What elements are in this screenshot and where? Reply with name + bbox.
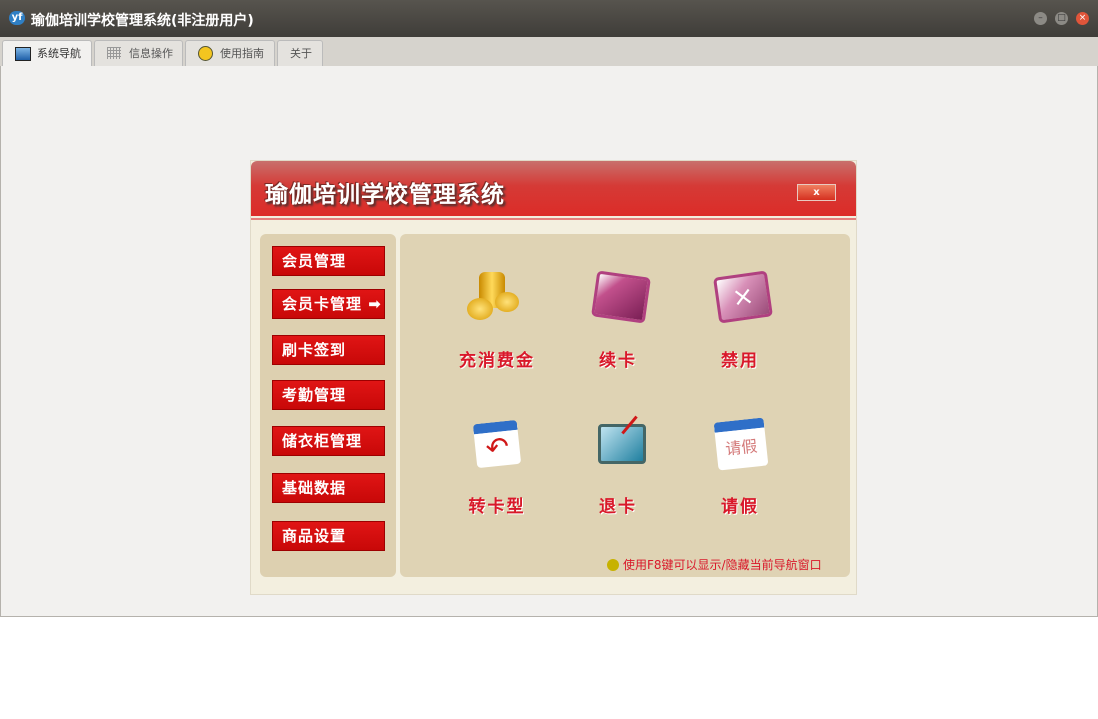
hint-icon: [607, 559, 619, 571]
nav-member-management[interactable]: 会员管理: [272, 246, 385, 276]
tab-bar: 系统导航 信息操作 使用指南 关于: [0, 37, 1098, 66]
action-area: 充消费金 续卡 × 禁用 ↶ 转卡型 退卡 请假 请假 使用F8键可以显示/隐藏…: [400, 234, 850, 577]
panel-title: 瑜伽培训学校管理系统: [265, 181, 505, 208]
card-icon: [588, 268, 651, 328]
tab-info-ops[interactable]: 信息操作: [94, 40, 183, 66]
tab-about[interactable]: 关于: [277, 40, 323, 66]
action-renew-card[interactable]: 续卡: [563, 268, 673, 371]
coins-icon: [467, 268, 527, 328]
tab-system-nav[interactable]: 系统导航: [2, 40, 92, 66]
card-return-icon: [588, 414, 648, 474]
navigation-panel: 瑜伽培训学校管理系统 x 会员管理 会员卡管理 ➡ 刷卡签到 考勤管理 储衣柜管…: [250, 160, 857, 595]
maximize-button[interactable]: □: [1055, 12, 1068, 25]
tab-label: 信息操作: [129, 47, 173, 60]
tab-label: 系统导航: [37, 47, 81, 60]
card-disabled-icon: ×: [710, 268, 773, 328]
action-change-card-type[interactable]: ↶ 转卡型: [442, 414, 552, 517]
nav-card-checkin[interactable]: 刷卡签到: [272, 335, 385, 365]
panel-close-button[interactable]: x: [797, 184, 836, 201]
app-logo-icon: yf: [9, 11, 25, 25]
panel-header: 瑜伽培训学校管理系统 x: [251, 161, 856, 216]
tab-guide[interactable]: 使用指南: [185, 40, 275, 66]
hint-text: 使用F8键可以显示/隐藏当前导航窗口: [607, 556, 822, 573]
nav-basic-data[interactable]: 基础数据: [272, 473, 385, 503]
window-title: 瑜伽培训学校管理系统(非注册用户): [31, 13, 254, 29]
nav-menu: 会员管理 会员卡管理 ➡ 刷卡签到 考勤管理 储衣柜管理 基础数据 商品设置: [260, 234, 396, 577]
hint-label: 使用F8键可以显示/隐藏当前导航窗口: [623, 558, 822, 572]
action-return-card[interactable]: 退卡: [563, 414, 673, 517]
minimize-button[interactable]: –: [1034, 12, 1047, 25]
action-leave[interactable]: 请假 请假: [685, 414, 795, 517]
action-label: 请假: [721, 497, 759, 517]
action-recharge[interactable]: 充消费金: [442, 268, 552, 371]
action-label: 退卡: [599, 497, 637, 517]
nav-attendance[interactable]: 考勤管理: [272, 380, 385, 410]
leave-calendar-icon: 请假: [710, 414, 770, 474]
tab-label: 关于: [290, 47, 312, 60]
grid-icon: [107, 47, 121, 59]
calendar-arrow-icon: ↶: [467, 414, 527, 474]
nav-locker-management[interactable]: 储衣柜管理: [272, 426, 385, 456]
tab-label: 使用指南: [220, 47, 264, 60]
nav-member-card-management[interactable]: 会员卡管理 ➡: [272, 289, 385, 319]
divider: [251, 218, 856, 220]
help-icon: [198, 46, 213, 61]
action-disable-card[interactable]: × 禁用: [685, 268, 795, 371]
nav-product-settings[interactable]: 商品设置: [272, 521, 385, 551]
title-bar: yf 瑜伽培训学校管理系统(非注册用户) – □ ×: [0, 0, 1098, 37]
action-label: 充消费金: [459, 351, 535, 371]
monitor-icon: [15, 47, 31, 61]
action-label: 续卡: [599, 351, 637, 371]
action-label: 禁用: [721, 351, 759, 371]
action-label: 转卡型: [468, 497, 526, 517]
close-button[interactable]: ×: [1076, 12, 1089, 25]
